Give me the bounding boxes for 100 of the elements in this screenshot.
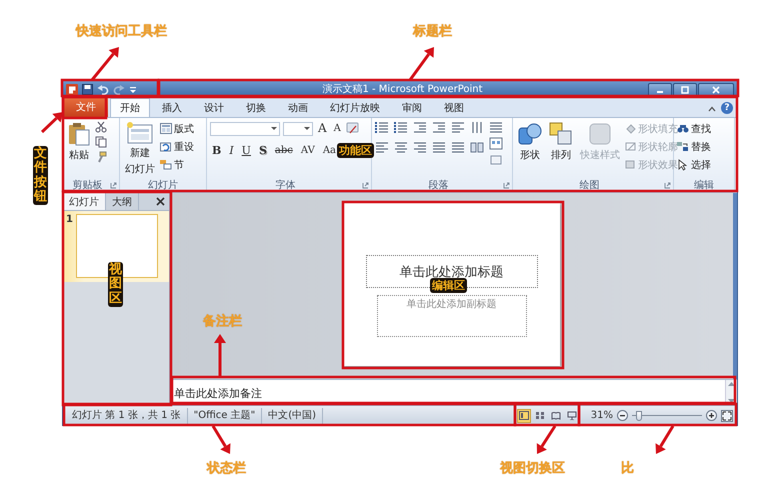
align-center-icon[interactable] xyxy=(394,141,408,154)
fit-window-icon[interactable] xyxy=(721,410,733,422)
strikethrough-button[interactable]: abc xyxy=(272,143,295,158)
customize-icon[interactable] xyxy=(129,86,137,94)
group-label: 幻灯片 xyxy=(147,178,179,192)
new-slide-button[interactable]: 新建 幻灯片 xyxy=(123,121,157,177)
edit-command-button[interactable]: 选择 xyxy=(677,157,711,172)
shrink-font-button[interactable]: A xyxy=(332,121,343,136)
subtitle-placeholder[interactable]: 单击此处添加副标题 xyxy=(376,295,526,337)
effects-icon xyxy=(625,159,636,170)
status-text: 幻灯片 第 1 张，共 1 张 xyxy=(66,408,188,424)
paste-button[interactable]: 粘贴 xyxy=(66,121,92,163)
scroll-down-icon[interactable] xyxy=(728,399,735,403)
zoom-out-icon[interactable] xyxy=(617,410,628,421)
slide-thumbnail[interactable] xyxy=(76,214,158,278)
panel-tab[interactable]: 大纲 xyxy=(106,193,139,210)
ribbon-tab[interactable]: 审阅 xyxy=(392,98,432,117)
section-button[interactable]: 节 xyxy=(160,157,194,172)
group-label: 编辑 xyxy=(693,178,715,192)
edit-command-button[interactable]: 替换 xyxy=(677,139,711,154)
arrow xyxy=(214,334,226,377)
annotation-label: 状态栏 xyxy=(207,460,246,477)
annotation-label: 功能区 xyxy=(337,143,374,158)
underline-button[interactable]: U xyxy=(240,143,253,158)
dialog-launcher-icon[interactable] xyxy=(362,182,369,188)
font-name-field[interactable] xyxy=(210,122,280,136)
help-button[interactable]: ? xyxy=(721,102,733,114)
annotation-label: 视图区 xyxy=(108,262,123,307)
edit-command-button[interactable]: 查找 xyxy=(677,121,711,136)
scroll-up-icon[interactable] xyxy=(728,382,735,386)
section-icon xyxy=(160,159,172,170)
smartart-icon[interactable] xyxy=(489,137,503,150)
ribbon-tab[interactable]: 视图 xyxy=(434,98,474,117)
align-left-icon[interactable] xyxy=(375,141,389,154)
panel-tab[interactable]: 幻灯片 xyxy=(63,193,106,210)
dialog-launcher-icon[interactable] xyxy=(110,182,117,188)
spacing-button[interactable]: AV xyxy=(298,143,317,158)
layout-icon xyxy=(160,123,172,134)
shapes-button[interactable]: 形状 xyxy=(516,121,544,163)
maximize-icon[interactable] xyxy=(673,82,697,96)
ribbon-tab[interactable]: 开始 xyxy=(110,98,150,117)
grow-font-button[interactable]: A xyxy=(316,121,329,136)
layout-button[interactable]: 版式 xyxy=(160,121,194,136)
save-icon[interactable] xyxy=(82,84,93,95)
clear-format-icon[interactable] xyxy=(346,122,360,135)
arrow xyxy=(408,47,434,81)
group-label: 绘图 xyxy=(578,179,600,192)
bullet-list-icon[interactable] xyxy=(375,121,389,134)
arrow xyxy=(212,425,230,454)
annotation-label: 快速访问工具栏 xyxy=(76,22,167,40)
arrow xyxy=(536,425,556,454)
group-label: 剪贴板 xyxy=(72,178,104,192)
replace-icon xyxy=(677,140,689,152)
dialog-launcher-icon[interactable] xyxy=(664,182,671,188)
dialog-launcher-icon[interactable] xyxy=(503,182,510,188)
close-icon[interactable] xyxy=(698,82,734,96)
copy-icon[interactable] xyxy=(95,136,107,148)
undo-icon[interactable] xyxy=(97,84,109,95)
annotation-label: 文件按钮 xyxy=(33,146,48,206)
shadow-button[interactable]: S xyxy=(256,143,269,158)
find-icon xyxy=(677,122,689,134)
ribbon-tab[interactable]: 插入 xyxy=(152,98,192,117)
zoom-slider[interactable] xyxy=(632,410,702,420)
close-icon[interactable] xyxy=(156,197,165,206)
normal-view-icon[interactable] xyxy=(516,408,531,422)
annotation-label: 编辑区 xyxy=(430,278,467,293)
arrow xyxy=(656,425,674,454)
app-logo-icon[interactable] xyxy=(66,84,78,96)
reset-button[interactable]: 重设 xyxy=(160,139,194,154)
font-size-field[interactable] xyxy=(283,122,313,136)
arrange-button[interactable]: 排列 xyxy=(547,121,575,163)
line-spacing-icon[interactable] xyxy=(451,121,465,134)
redo-icon[interactable] xyxy=(113,84,125,95)
distribute-icon[interactable] xyxy=(451,141,465,154)
arrange-text-icon[interactable] xyxy=(489,153,503,166)
status-text: 中文(中国) xyxy=(262,408,324,424)
ribbon-tab[interactable]: 设计 xyxy=(194,98,234,117)
align-text-icon[interactable] xyxy=(489,121,503,134)
cut-icon[interactable] xyxy=(95,121,107,133)
text-direction-icon[interactable] xyxy=(470,121,484,134)
numbered-list-icon[interactable] xyxy=(394,121,408,134)
group-label: 段落 xyxy=(428,178,450,192)
italic-button[interactable]: I xyxy=(227,143,236,158)
ribbon-tab[interactable]: 动画 xyxy=(278,98,318,117)
indent-icon[interactable] xyxy=(432,121,446,134)
minimize-icon[interactable] xyxy=(648,82,672,96)
justify-icon[interactable] xyxy=(432,141,446,154)
ribbon-tab[interactable]: 幻灯片放映 xyxy=(320,98,390,117)
outdent-icon[interactable] xyxy=(413,121,427,134)
collapse-icon[interactable] xyxy=(708,106,716,112)
slider-thumb[interactable] xyxy=(636,410,642,420)
align-right-icon[interactable] xyxy=(413,141,427,154)
slideshow-icon[interactable] xyxy=(564,408,579,422)
columns-icon[interactable] xyxy=(470,141,484,154)
bold-button[interactable]: B xyxy=(210,143,224,158)
ribbon-tab[interactable]: 切换 xyxy=(236,98,276,117)
caret-icon xyxy=(271,127,277,130)
zoom-in-icon[interactable] xyxy=(706,410,717,421)
case-button[interactable]: Aa xyxy=(320,143,338,158)
annotation-label: 比 xyxy=(621,460,634,477)
